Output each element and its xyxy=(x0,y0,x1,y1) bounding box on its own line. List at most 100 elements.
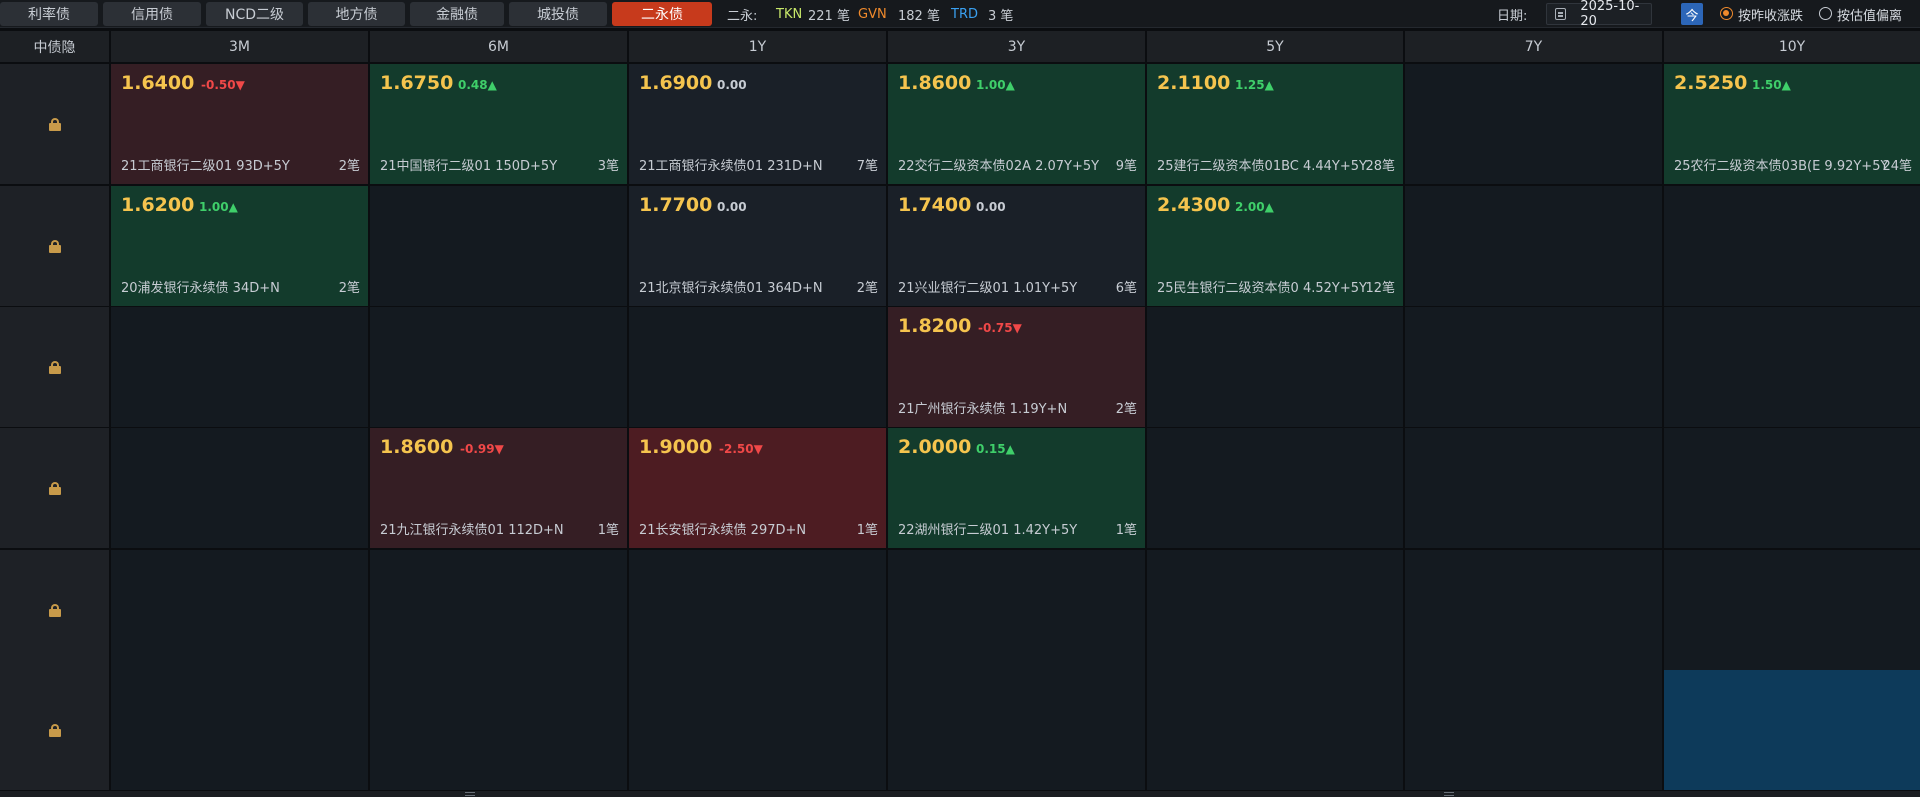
trade-count: 3笔 xyxy=(597,159,619,174)
row-header-0[interactable] xyxy=(0,64,109,184)
column-header-7y: 7Y xyxy=(1405,31,1662,62)
bond-name: 21九江银行永续债01 112D+N xyxy=(380,523,564,538)
radio-prev-close[interactable] xyxy=(1720,7,1733,20)
quote-cell-3-1y[interactable]: 1.9000 -2.50▼ 21长安银行永续债 297D+N 1笔 xyxy=(629,428,886,548)
lock-icon[interactable] xyxy=(48,240,61,253)
gvn-label: GVN xyxy=(858,6,887,22)
quote-cell-3-5y[interactable] xyxy=(1147,428,1403,548)
trade-count: 6笔 xyxy=(1115,281,1137,296)
bond-name: 20浦发银行永续债 34D+N xyxy=(121,281,280,296)
quote-cell-5-3m[interactable] xyxy=(111,670,368,790)
quote-cell-0-5y[interactable]: 2.1100 1.25▲ 25建行二级资本债01BC 4.44Y+5Y 28笔 xyxy=(1147,64,1403,184)
resize-grip-right[interactable] xyxy=(1444,792,1454,796)
quote-cell-5-7y[interactable] xyxy=(1405,670,1662,790)
tab-2[interactable]: NCD二级 xyxy=(206,2,303,26)
lock-icon-body xyxy=(48,487,61,495)
tab-5[interactable]: 城投债 xyxy=(509,2,607,26)
today-button[interactable]: 今 xyxy=(1681,3,1703,25)
row-header-1[interactable] xyxy=(0,186,109,306)
quote-change-value: -0.99 xyxy=(460,442,495,456)
radio-prev-close-label[interactable]: 按昨收涨跌 xyxy=(1738,0,1803,28)
quote-cell-1-3m[interactable]: 1.6200 1.00▲ 20浦发银行永续债 34D+N 2笔 xyxy=(111,186,368,306)
quote-cell-3-3m[interactable] xyxy=(111,428,368,548)
quote-cell-5-3y[interactable] xyxy=(888,670,1145,790)
arrow-up-icon: ▲ xyxy=(1264,200,1274,214)
tab-3[interactable]: 地方债 xyxy=(308,2,405,26)
quote-cell-2-3m[interactable] xyxy=(111,307,368,427)
calendar-icon[interactable] xyxy=(1555,8,1567,20)
quote-cell-2-1y[interactable] xyxy=(629,307,886,427)
quote-cell-4-5y[interactable] xyxy=(1147,550,1403,670)
tab-0[interactable]: 利率债 xyxy=(0,2,98,26)
quote-change: 0.15▲ xyxy=(976,442,1015,456)
lock-icon[interactable] xyxy=(48,604,61,617)
row-header-4[interactable] xyxy=(0,550,109,670)
date-value[interactable]: 2025-10-20 xyxy=(1580,0,1651,29)
date-picker[interactable]: 2025-10-20 xyxy=(1546,0,1652,29)
quote-cell-5-1y[interactable] xyxy=(629,670,886,790)
trade-count: 12笔 xyxy=(1365,281,1395,296)
quote-cell-1-3y[interactable]: 1.7400 0.00 21兴业银行二级01 1.01Y+5Y 6笔 xyxy=(888,186,1145,306)
quote-price: 1.9000 xyxy=(639,436,713,458)
quote-cell-1-7y[interactable] xyxy=(1405,186,1662,306)
quote-cell-0-3y[interactable]: 1.8600 1.00▲ 22交行二级资本债02A 2.07Y+5Y 9笔 xyxy=(888,64,1145,184)
lock-icon[interactable] xyxy=(48,482,61,495)
bond-name: 22交行二级资本债02A 2.07Y+5Y xyxy=(898,159,1100,174)
quote-price: 1.7700 xyxy=(639,194,713,216)
quote-cell-5-6m[interactable] xyxy=(370,670,627,790)
row-header-3[interactable] xyxy=(0,428,109,548)
quote-cell-2-7y[interactable] xyxy=(1405,307,1662,427)
row-header-5[interactable] xyxy=(0,670,109,790)
quote-cell-4-3y[interactable] xyxy=(888,550,1145,670)
corner-header: 中债隐 xyxy=(0,31,109,62)
quote-change-value: -0.50 xyxy=(201,78,236,92)
quote-cell-4-10y[interactable] xyxy=(1664,550,1920,670)
bond-name: 21工商银行二级01 93D+5Y xyxy=(121,159,290,174)
quote-price: 1.6750 xyxy=(380,72,454,94)
quote-cell-4-3m[interactable] xyxy=(111,550,368,670)
quote-cell-0-3m[interactable]: 1.6400 -0.50▼ 21工商银行二级01 93D+5Y 2笔 xyxy=(111,64,368,184)
quote-cell-2-10y[interactable] xyxy=(1664,307,1920,427)
quote-cell-4-1y[interactable] xyxy=(629,550,886,670)
quote-cell-4-6m[interactable] xyxy=(370,550,627,670)
column-header-5y: 5Y xyxy=(1147,31,1403,62)
tab-4[interactable]: 金融债 xyxy=(410,2,504,26)
quote-cell-3-7y[interactable] xyxy=(1405,428,1662,548)
quote-cell-0-1y[interactable]: 1.6900 0.00 21工商银行永续债01 231D+N 7笔 xyxy=(629,64,886,184)
tab-1[interactable]: 信用债 xyxy=(103,2,201,26)
quote-cell-4-7y[interactable] xyxy=(1405,550,1662,670)
quote-cell-2-5y[interactable] xyxy=(1147,307,1403,427)
lock-icon[interactable] xyxy=(48,724,61,737)
quote-cell-2-6m[interactable] xyxy=(370,307,627,427)
quote-cell-0-6m[interactable]: 1.6750 0.48▲ 21中国银行二级01 150D+5Y 3笔 xyxy=(370,64,627,184)
quote-cell-5-5y[interactable] xyxy=(1147,670,1403,790)
quote-change-value: 1.50 xyxy=(1752,78,1782,92)
row-header-2[interactable] xyxy=(0,307,109,427)
quote-cell-1-10y[interactable] xyxy=(1664,186,1920,306)
radio-valuation[interactable] xyxy=(1819,7,1832,20)
lock-icon[interactable] xyxy=(48,118,61,131)
trade-count: 24笔 xyxy=(1882,159,1912,174)
quote-cell-3-3y[interactable]: 2.0000 0.15▲ 22湖州银行二级01 1.42Y+5Y 1笔 xyxy=(888,428,1145,548)
trade-count: 9笔 xyxy=(1115,159,1137,174)
quote-cell-5-10y[interactable] xyxy=(1664,670,1920,790)
lock-icon[interactable] xyxy=(48,361,61,374)
trd-count: 3 笔 xyxy=(988,8,1014,24)
quote-cell-0-10y[interactable]: 2.5250 1.50▲ 25农行二级资本债03B(E 9.92Y+5Y 24笔 xyxy=(1664,64,1920,184)
quote-cell-0-7y[interactable] xyxy=(1405,64,1662,184)
quote-cell-3-10y[interactable] xyxy=(1664,428,1920,548)
quote-cell-3-6m[interactable]: 1.8600 -0.99▼ 21九江银行永续债01 112D+N 1笔 xyxy=(370,428,627,548)
quote-change: -0.99▼ xyxy=(460,442,504,456)
column-header-3y: 3Y xyxy=(888,31,1145,62)
radio-valuation-label[interactable]: 按估值偏离 xyxy=(1837,0,1902,28)
resize-grip-left[interactable] xyxy=(465,792,475,796)
quote-cell-2-3y[interactable]: 1.8200 -0.75▼ 21广州银行永续债 1.19Y+N 2笔 xyxy=(888,307,1145,427)
quote-change-value: 1.00 xyxy=(976,78,1006,92)
quote-cell-1-1y[interactable]: 1.7700 0.00 21北京银行永续债01 364D+N 2笔 xyxy=(629,186,886,306)
resize-bar[interactable] xyxy=(0,791,1920,797)
quote-cell-1-6m[interactable] xyxy=(370,186,627,306)
quote-cell-1-5y[interactable]: 2.4300 2.00▲ 25民生银行二级资本债0 4.52Y+5Y 12笔 xyxy=(1147,186,1403,306)
tab-6[interactable]: 二永债 xyxy=(612,2,712,26)
column-header-1y: 1Y xyxy=(629,31,886,62)
quote-change: 1.50▲ xyxy=(1752,78,1791,92)
